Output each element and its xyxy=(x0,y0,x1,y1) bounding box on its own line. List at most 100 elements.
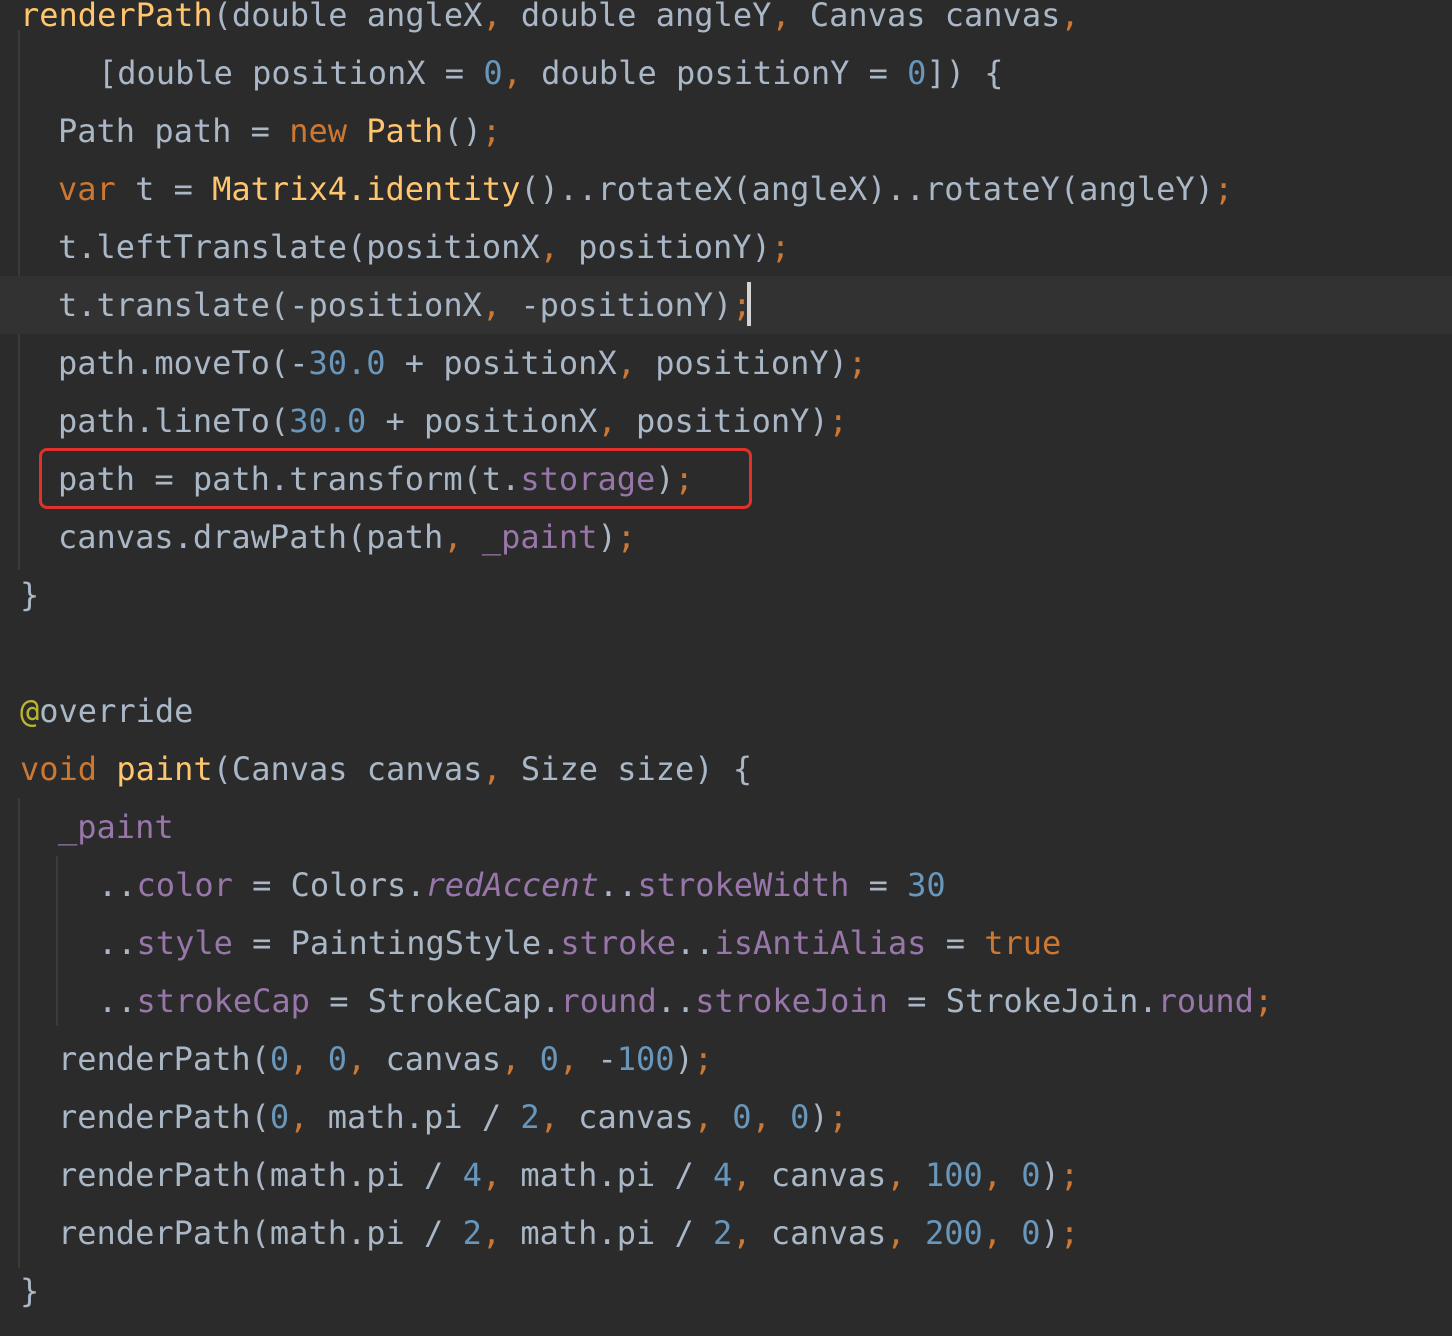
code-token: [double positionX = xyxy=(98,54,484,92)
code-token: strokeWidth xyxy=(637,866,850,904)
code-token: override xyxy=(39,692,194,730)
code-token: strokeCap xyxy=(136,982,310,1020)
code-token: canvas xyxy=(385,1040,502,1078)
code-token: 2 xyxy=(713,1214,733,1252)
code-token: Path xyxy=(366,112,444,150)
code-token: } xyxy=(20,576,40,614)
code-line[interactable]: [double positionX = 0, double positionY … xyxy=(0,44,1452,102)
code-line[interactable]: t.leftTranslate(positionX, positionY); xyxy=(0,218,1452,276)
code-token: , xyxy=(346,1040,386,1078)
code-line-text: ..style = PaintingStyle.stroke..isAntiAl… xyxy=(98,914,1061,972)
code-token: , xyxy=(482,0,521,34)
code-line[interactable]: renderPath(double angleX, double angleY,… xyxy=(0,0,1452,44)
code-token: , xyxy=(289,1098,328,1136)
code-token: ; xyxy=(847,344,868,382)
code-token: = StrokeJoin. xyxy=(887,982,1158,1020)
code-line[interactable]: ..strokeCap = StrokeCap.round..strokeJoi… xyxy=(0,972,1452,1030)
code-token: ; xyxy=(828,402,848,440)
text-caret xyxy=(747,282,751,326)
code-token: , xyxy=(558,1040,598,1078)
code-token: positionY) xyxy=(655,344,848,382)
code-line-text: renderPath(math.pi / 4, math.pi / 4, can… xyxy=(58,1146,1079,1204)
code-token: 0 xyxy=(907,54,927,92)
code-token: ; xyxy=(693,1040,714,1078)
code-line-text: [double positionX = 0, double positionY … xyxy=(98,44,1003,102)
code-token: @ xyxy=(20,692,40,730)
code-token: 0 xyxy=(483,54,503,92)
code-token: double xyxy=(520,0,656,34)
code-token: , xyxy=(289,1040,328,1078)
code-token: -positionY) xyxy=(520,286,733,324)
code-token: 0 xyxy=(539,1040,559,1078)
code-line[interactable]: ..color = Colors.redAccent..strokeWidth … xyxy=(0,856,1452,914)
code-token: , xyxy=(443,518,482,556)
code-line[interactable]: canvas.drawPath(path, _paint); xyxy=(0,508,1452,566)
code-token: Canvas canvas xyxy=(809,0,1061,34)
code-token: 2 xyxy=(520,1098,540,1136)
code-token: 0 xyxy=(269,1098,290,1136)
code-line[interactable]: } xyxy=(0,566,1452,624)
code-token: 100 xyxy=(924,1156,983,1194)
code-line[interactable]: renderPath(0, math.pi / 2, canvas, 0, 0)… xyxy=(0,1088,1452,1146)
code-token: 4 xyxy=(462,1156,482,1194)
code-line[interactable]: renderPath(math.pi / 4, math.pi / 4, can… xyxy=(0,1146,1452,1204)
code-token: isAntiAlias xyxy=(714,924,927,962)
code-line[interactable]: Path path = new Path(); xyxy=(0,102,1452,160)
code-token: , xyxy=(482,750,521,788)
code-token: double positionY = xyxy=(541,54,908,92)
code-line[interactable]: t.translate(-positionX, -positionY); xyxy=(0,276,1452,334)
code-token: ; xyxy=(1213,170,1234,208)
code-token: path.lineTo( xyxy=(58,402,290,440)
code-token: angleX xyxy=(366,0,483,34)
code-line[interactable]: path.lineTo(30.0 + positionX, positionY)… xyxy=(0,392,1452,450)
code-line[interactable]: renderPath(0, 0, canvas, 0, -100); xyxy=(0,1030,1452,1088)
code-token: + positionX xyxy=(385,344,617,382)
code-token: , xyxy=(502,54,542,92)
code-line[interactable]: @override xyxy=(0,682,1452,740)
code-token: , xyxy=(732,1156,771,1194)
code-token: , xyxy=(616,344,656,382)
code-line[interactable]: _paint xyxy=(0,798,1452,856)
code-token: ) xyxy=(809,1098,829,1136)
code-line-text: path.moveTo(-30.0 + positionX, positionY… xyxy=(58,334,867,392)
code-line-text: void paint(Canvas canvas, Size size) { xyxy=(20,740,752,798)
code-token: renderPath( xyxy=(58,1098,270,1136)
code-token: = Colors. xyxy=(232,866,426,904)
code-line[interactable]: path.moveTo(-30.0 + positionX, positionY… xyxy=(0,334,1452,392)
code-token: 0 xyxy=(732,1098,752,1136)
code-token: = xyxy=(926,924,985,962)
code-line[interactable]: } xyxy=(0,1262,1452,1320)
code-token: Size size) { xyxy=(520,750,753,788)
code-token: new xyxy=(289,112,367,150)
code-token: redAccent xyxy=(425,866,599,904)
code-line[interactable] xyxy=(0,624,1452,682)
code-line[interactable]: var t = Matrix4.identity()..rotateX(angl… xyxy=(0,160,1452,218)
code-token: , xyxy=(539,1098,579,1136)
code-token: color xyxy=(136,866,233,904)
code-line-text: var t = Matrix4.identity()..rotateX(angl… xyxy=(58,160,1233,218)
code-token: .. xyxy=(98,866,137,904)
code-token: (Canvas canvas xyxy=(212,750,483,788)
code-token: .. xyxy=(98,982,137,1020)
code-line[interactable]: renderPath(math.pi / 2, math.pi / 2, can… xyxy=(0,1204,1452,1262)
code-token: 4 xyxy=(713,1156,733,1194)
code-line[interactable]: void paint(Canvas canvas, Size size) { xyxy=(0,740,1452,798)
code-token: , xyxy=(732,1214,771,1252)
code-token: 30 xyxy=(907,866,946,904)
code-token: , xyxy=(982,1156,1022,1194)
code-token: ; xyxy=(1059,1156,1080,1194)
code-token: , xyxy=(539,228,579,266)
code-line[interactable]: ..style = PaintingStyle.stroke..isAntiAl… xyxy=(0,914,1452,972)
code-token: math.pi / xyxy=(520,1214,714,1252)
code-token: .. xyxy=(656,982,696,1020)
code-editor[interactable]: renderPath(double angleX, double angleY,… xyxy=(0,0,1452,1336)
code-token: canvas xyxy=(578,1098,694,1136)
code-token: path.moveTo(- xyxy=(58,344,309,382)
code-token: 30.0 xyxy=(289,402,367,440)
code-token: , xyxy=(481,1214,521,1252)
code-token: t = xyxy=(135,170,213,208)
code-token: Matrix4.identity xyxy=(212,170,521,208)
code-token: ; xyxy=(828,1098,848,1136)
code-token: ) xyxy=(597,518,617,556)
code-token: , xyxy=(501,1040,540,1078)
